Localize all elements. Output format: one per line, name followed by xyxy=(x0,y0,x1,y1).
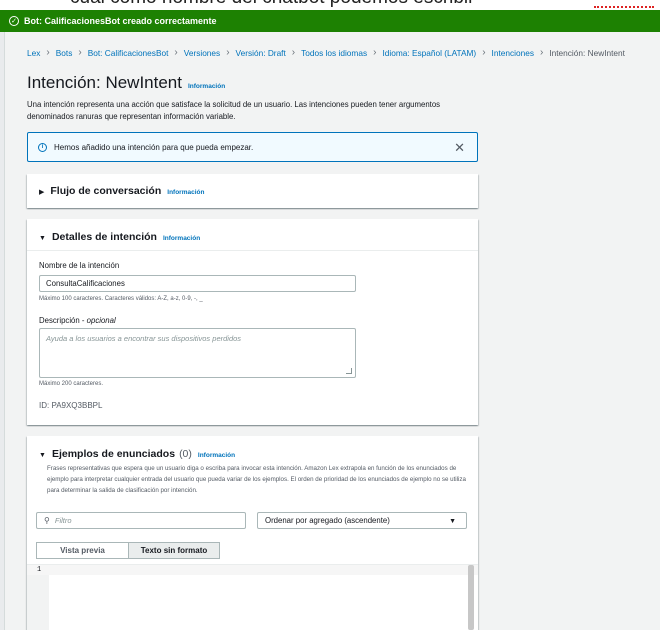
utterance-editor[interactable]: 1 xyxy=(27,564,478,630)
description-label-text: Descripción xyxy=(39,316,80,325)
search-icon: ⚲ xyxy=(44,516,50,525)
sort-select-value: Ordenar por agregado (ascendente) xyxy=(265,516,390,525)
spellcheck-underline xyxy=(594,2,654,8)
info-circle-icon: i xyxy=(38,142,47,152)
chevron-right-icon: › xyxy=(373,47,377,58)
line-number: 1 xyxy=(37,566,42,574)
page-description: Una intención representa una acción que … xyxy=(27,100,441,121)
intent-name-input[interactable]: ConsultaCalificaciones xyxy=(39,275,356,292)
info-alert: i Hemos añadido una intención para que p… xyxy=(27,132,478,162)
chevron-right-icon: › xyxy=(174,47,178,58)
flash-message: Bot: CalificacionesBot creado correctame… xyxy=(24,16,217,26)
resize-grip-icon[interactable] xyxy=(346,368,352,374)
intent-details-info-link[interactable]: Información xyxy=(163,235,200,242)
caret-down-icon: ▼ xyxy=(39,235,46,242)
breadcrumb-bot[interactable]: Bot: CalificacionesBot xyxy=(88,48,169,58)
conversation-flow-info-link[interactable]: Información xyxy=(167,189,204,196)
breadcrumb-bots[interactable]: Bots xyxy=(56,48,73,58)
sort-select[interactable]: Ordenar por agregado (ascendente) ▼ xyxy=(257,512,467,529)
caret-down-icon: ▼ xyxy=(449,518,456,525)
filter-input[interactable]: ⚲ Filtro xyxy=(36,512,246,529)
utterances-info-link[interactable]: Información xyxy=(198,452,235,459)
chevron-right-icon: › xyxy=(482,47,486,58)
page-title-row: Intención: NewIntent Información xyxy=(27,73,225,93)
breadcrumb-version[interactable]: Versión: Draft xyxy=(236,48,286,58)
document-overlay-strip: cual como nombre del chatbot podemos esc… xyxy=(0,0,660,10)
breadcrumb: Lex › Bots › Bot: CalificacionesBot › Ve… xyxy=(27,47,625,58)
intent-name-label: Nombre de la intención xyxy=(39,261,120,270)
utterances-count: (0) xyxy=(179,448,192,460)
utterances-description: Frases representativas que espera que un… xyxy=(47,465,466,494)
tab-raw-text[interactable]: Texto sin formato xyxy=(128,542,220,559)
breadcrumb-versions[interactable]: Versiones xyxy=(184,48,220,58)
chevron-right-icon: › xyxy=(226,47,230,58)
utterances-header[interactable]: ▼ Ejemplos de enunciados (0) Información xyxy=(27,436,478,460)
breadcrumb-language[interactable]: Idioma: Español (LATAM) xyxy=(382,48,476,58)
conversation-flow-panel: ▶ Flujo de conversación Información xyxy=(27,174,478,208)
utterances-panel: ▼ Ejemplos de enunciados (0) Información… xyxy=(27,436,478,630)
utterances-title: Ejemplos de enunciados xyxy=(51,448,176,460)
intent-id: ID: PA9XQ3BBPL xyxy=(39,401,103,410)
breadcrumb-current: Intención: NewIntent xyxy=(549,47,625,58)
conversation-flow-title: Flujo de conversación xyxy=(50,185,162,197)
caret-right-icon: ▶ xyxy=(39,189,45,196)
description-hint: Máximo 200 caracteres. xyxy=(39,381,104,387)
intent-details-header[interactable]: ▼ Detalles de intención Información xyxy=(27,219,478,251)
intent-details-panel: ▼ Detalles de intención Información Nomb… xyxy=(27,219,478,425)
page-title: Intención: NewIntent xyxy=(27,73,182,92)
description-textarea[interactable]: Ayuda a los usuarios a encontrar sus dis… xyxy=(39,328,356,378)
tab-preview[interactable]: Vista previa xyxy=(36,542,128,559)
breadcrumb-lex[interactable]: Lex xyxy=(27,48,40,58)
chevron-right-icon: › xyxy=(78,47,82,58)
breadcrumb-all-languages[interactable]: Todos los idiomas xyxy=(301,48,367,58)
alert-text: Hemos añadido una intención para que pue… xyxy=(54,142,254,152)
editor-scrollbar[interactable] xyxy=(468,565,474,630)
success-flashbar: ✓ Bot: CalificacionesBot creado correcta… xyxy=(0,10,660,32)
navigation-rail[interactable] xyxy=(0,32,5,630)
conversation-flow-header[interactable]: ▶ Flujo de conversación Información xyxy=(27,174,478,197)
document-overlay-text: cual como nombre del chatbot podemos esc… xyxy=(70,0,474,9)
breadcrumb-intents[interactable]: Intenciones xyxy=(492,48,534,58)
close-icon[interactable]: ✕ xyxy=(454,140,465,156)
intent-name-hint: Máximo 100 caracteres. Caracteres válido… xyxy=(39,296,203,302)
caret-down-icon: ▼ xyxy=(39,452,46,459)
description-optional: opcional xyxy=(86,316,116,325)
view-toggle: Vista previa Texto sin formato xyxy=(36,542,220,559)
filter-placeholder: Filtro xyxy=(54,516,72,525)
chevron-right-icon: › xyxy=(46,47,50,58)
intent-details-title: Detalles de intención xyxy=(51,231,157,243)
editor-active-line xyxy=(27,565,478,575)
check-circle-icon: ✓ xyxy=(9,16,19,26)
chevron-right-icon: › xyxy=(291,47,296,58)
description-placeholder: Ayuda a los usuarios a encontrar sus dis… xyxy=(46,334,242,343)
chevron-right-icon: › xyxy=(539,47,544,58)
description-label: Descripción - opcional xyxy=(39,316,116,325)
page-info-link[interactable]: Información xyxy=(188,83,225,90)
